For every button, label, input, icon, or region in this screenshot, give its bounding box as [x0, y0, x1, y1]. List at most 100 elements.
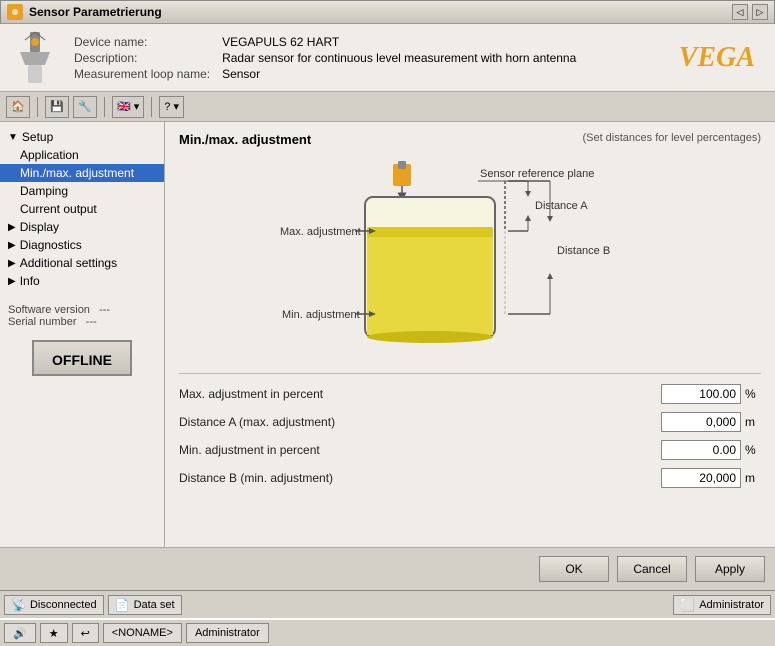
- device-icon: [10, 30, 60, 85]
- device-name-label: Device name:: [74, 35, 220, 49]
- taskbar-role: Administrator: [186, 623, 269, 643]
- disconnected-icon: 📡: [11, 598, 26, 612]
- sidebar-item-current-output[interactable]: Current output: [0, 200, 164, 218]
- taskbar-audio[interactable]: 🔊: [4, 623, 36, 643]
- serial-number-label: Serial number: [8, 316, 76, 328]
- field-unit-1: m: [745, 415, 761, 429]
- main-area: ▼ Setup Application Min./max. adjustment…: [0, 122, 775, 547]
- field-unit-3: m: [745, 471, 761, 485]
- device-info-panel: Device name: VEGAPULS 62 HART Descriptio…: [0, 24, 775, 92]
- title-bar-icon: [7, 4, 23, 20]
- field-unit-0: %: [745, 387, 761, 401]
- expand-diagnostics[interactable]: ▶: [8, 240, 16, 251]
- expand-display[interactable]: ▶: [8, 222, 16, 233]
- input-group-3: m: [661, 468, 761, 488]
- expand-additional[interactable]: ▶: [8, 258, 16, 269]
- current-output-label: Current output: [20, 202, 97, 216]
- display-label: Display: [20, 220, 59, 234]
- field-label-1: Distance A (max. adjustment): [179, 415, 661, 429]
- toolbar: 🏠 💾 🔧 🇬🇧 ▾ ? ▾: [0, 92, 775, 122]
- taskbar-star[interactable]: ★: [40, 623, 68, 643]
- field-label-3: Distance B (min. adjustment): [179, 471, 661, 485]
- svg-text:Distance B: Distance B: [557, 245, 610, 257]
- title-bar-title: Sensor Parametrierung: [29, 5, 732, 19]
- apply-button[interactable]: Apply: [695, 556, 765, 582]
- content-header: Min./max. adjustment (Set distances for …: [179, 132, 761, 147]
- field-input-0[interactable]: [661, 384, 741, 404]
- loop-name-value: Sensor: [222, 67, 576, 81]
- field-input-3[interactable]: [661, 468, 741, 488]
- input-group-0: %: [661, 384, 761, 404]
- forward-btn[interactable]: ▷: [752, 4, 768, 20]
- svg-text:Distance A: Distance A: [535, 200, 588, 212]
- sidebar-item-info[interactable]: ▶ Info: [0, 272, 164, 290]
- sidebar: ▼ Setup Application Min./max. adjustment…: [0, 122, 165, 547]
- star-icon: ★: [49, 627, 59, 640]
- input-group-1: m: [661, 412, 761, 432]
- field-unit-2: %: [745, 443, 761, 457]
- expand-info[interactable]: ▶: [8, 276, 16, 287]
- disconnected-status: 📡 Disconnected: [4, 595, 104, 615]
- audio-icon: 🔊: [13, 627, 27, 640]
- minmax-label: Min./max. adjustment: [20, 166, 134, 180]
- role-icon: ⬜: [680, 598, 695, 612]
- field-input-2[interactable]: [661, 440, 741, 460]
- sidebar-item-setup[interactable]: ▼ Setup: [0, 128, 164, 146]
- form-row-2: Min. adjustment in percent %: [179, 440, 761, 460]
- input-group-2: %: [661, 440, 761, 460]
- device-name-value: VEGAPULS 62 HART: [222, 35, 576, 49]
- toolbar-sep-2: [104, 97, 105, 117]
- svg-text:Sensor reference plane: Sensor reference plane: [480, 168, 594, 180]
- form-row-1: Distance A (max. adjustment) m: [179, 412, 761, 432]
- sidebar-item-minmax[interactable]: Min./max. adjustment: [0, 164, 164, 182]
- diagnostics-label: Diagnostics: [20, 238, 82, 252]
- level-diagram: Sensor reference plane Max. adjustment: [260, 159, 680, 354]
- vega-logo: VEGA: [679, 42, 765, 74]
- description-value: Radar sensor for continuous level measur…: [222, 51, 576, 65]
- sidebar-item-damping[interactable]: Damping: [0, 182, 164, 200]
- home-btn[interactable]: 🏠: [6, 96, 30, 118]
- taskbar-name[interactable]: <NONAME>: [103, 623, 182, 643]
- diagram-area: Sensor reference plane Max. adjustment: [179, 159, 761, 359]
- software-version-row: Software version ---: [8, 304, 156, 316]
- content-subtitle: (Set distances for level percentages): [582, 132, 761, 147]
- taskbar: 🔊 ★ ↩ <NONAME> Administrator: [0, 618, 775, 646]
- content-title: Min./max. adjustment: [179, 132, 311, 147]
- form-row-3: Distance B (min. adjustment) m: [179, 468, 761, 488]
- svg-text:Max. adjustment: Max. adjustment: [280, 226, 361, 238]
- back-btn[interactable]: ◁: [732, 4, 748, 20]
- field-label-0: Max. adjustment in percent: [179, 387, 661, 401]
- ok-button[interactable]: OK: [539, 556, 609, 582]
- language-dropdown[interactable]: 🇬🇧 ▾: [112, 96, 144, 118]
- software-version-value: ---: [99, 304, 110, 316]
- field-input-1[interactable]: [661, 412, 741, 432]
- toolbar-sep-3: [151, 97, 152, 117]
- role-status: ⬜ Administrator: [673, 595, 771, 615]
- sidebar-footer: Software version --- Serial number ---: [0, 300, 164, 332]
- taskbar-back[interactable]: ↩: [72, 623, 99, 643]
- button-row: OK Cancel Apply: [0, 547, 775, 590]
- save-btn[interactable]: 💾: [45, 96, 69, 118]
- title-bar-controls: ◁ ▷: [732, 4, 768, 20]
- dataset-label: Data set: [134, 599, 175, 611]
- title-bar: Sensor Parametrierung ◁ ▷: [0, 0, 775, 24]
- serial-number-value: ---: [86, 316, 97, 328]
- sidebar-item-display[interactable]: ▶ Display: [0, 218, 164, 236]
- sidebar-item-application[interactable]: Application: [0, 146, 164, 164]
- sidebar-item-additional[interactable]: ▶ Additional settings: [0, 254, 164, 272]
- expand-setup[interactable]: ▼: [8, 132, 18, 143]
- field-label-2: Min. adjustment in percent: [179, 443, 661, 457]
- dataset-status: 📄 Data set: [108, 595, 182, 615]
- description-label: Description:: [74, 51, 220, 65]
- application-label: Application: [20, 148, 79, 162]
- status-bar: 📡 Disconnected 📄 Data set ⬜ Administrato…: [0, 590, 775, 618]
- toolbar-sep-1: [37, 97, 38, 117]
- damping-label: Damping: [20, 184, 68, 198]
- settings-btn[interactable]: 🔧: [73, 96, 97, 118]
- svg-text:Min. adjustment: Min. adjustment: [282, 309, 360, 321]
- dataset-icon: 📄: [115, 598, 130, 612]
- help-dropdown[interactable]: ? ▾: [159, 96, 184, 118]
- cancel-button[interactable]: Cancel: [617, 556, 687, 582]
- offline-button[interactable]: OFFLINE: [32, 340, 132, 376]
- sidebar-item-diagnostics[interactable]: ▶ Diagnostics: [0, 236, 164, 254]
